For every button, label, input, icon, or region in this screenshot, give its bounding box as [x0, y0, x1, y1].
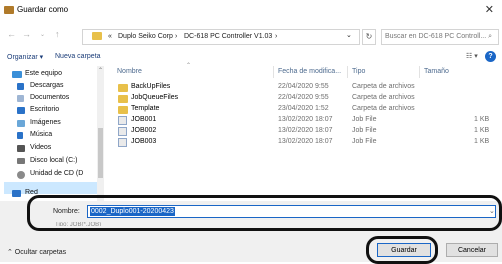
- address-dropdown-icon[interactable]: ⌄: [346, 31, 352, 39]
- file-date: 13/02/2020 18:07: [278, 127, 333, 134]
- sidebar-item-imagenes[interactable]: Imágenes: [30, 119, 61, 126]
- folder-icon: [118, 84, 128, 92]
- file-size: 1 KB: [474, 116, 490, 123]
- column-header-type[interactable]: Tipo: [352, 68, 365, 75]
- file-type: Job File: [352, 138, 377, 145]
- recent-dropdown-icon[interactable]: ⌄: [40, 31, 45, 38]
- breadcrumb-dc618[interactable]: DC-618 PC Controller V1.03: [184, 33, 272, 40]
- breadcrumb-overflow[interactable]: «: [108, 33, 112, 40]
- sidebar-item-disco-local[interactable]: Disco local (C:): [30, 157, 77, 164]
- column-header-name[interactable]: Nombre: [117, 68, 142, 75]
- sidebar-scroll-thumb[interactable]: [98, 128, 103, 178]
- sidebar-item-videos[interactable]: Videos: [30, 144, 51, 151]
- job-file-icon: [118, 116, 127, 125]
- sidebar-item-documentos[interactable]: Documentos: [30, 94, 69, 101]
- drive-icon: [17, 158, 25, 164]
- sidebar-item-escritorio[interactable]: Escritorio: [30, 106, 59, 113]
- file-type: Carpeta de archivos: [352, 105, 415, 112]
- file-name[interactable]: Template: [131, 105, 159, 112]
- file-date: 22/04/2020 9:55: [278, 94, 329, 101]
- column-header-date[interactable]: Fecha de modifica...: [278, 68, 341, 75]
- sidebar-item-musica[interactable]: Música: [30, 131, 52, 138]
- save-dialog-icon: [4, 6, 14, 14]
- breadcrumb-duplo[interactable]: Duplo Seiko Corp: [118, 33, 173, 40]
- file-name[interactable]: JobQueueFiles: [131, 94, 178, 101]
- breadcrumb-separator: ›: [175, 33, 178, 40]
- organize-button[interactable]: Organizar ▾: [7, 53, 43, 61]
- help-icon[interactable]: ?: [485, 51, 496, 62]
- column-divider: [273, 66, 274, 78]
- file-name[interactable]: BackUpFiles: [131, 83, 170, 90]
- save-button-highlight: [366, 236, 438, 264]
- music-icon: [17, 132, 23, 139]
- pictures-icon: [17, 120, 25, 127]
- download-icon: [17, 83, 24, 90]
- forward-arrow-icon[interactable]: →: [22, 29, 31, 39]
- folder-icon: [118, 95, 128, 103]
- refresh-icon[interactable]: ↻: [362, 29, 376, 45]
- sidebar-item-este-equipo[interactable]: Este equipo: [25, 70, 62, 77]
- up-arrow-icon[interactable]: ↑: [55, 29, 60, 39]
- cd-drive-icon: [17, 171, 25, 179]
- file-type: Job File: [352, 127, 377, 134]
- file-date: 22/04/2020 9:55: [278, 83, 329, 90]
- view-options-icon[interactable]: ☷ ▾: [466, 52, 478, 60]
- file-size: 1 KB: [474, 127, 490, 134]
- search-placeholder: Buscar en DC-618 PC Controll... ⌕: [385, 33, 493, 40]
- file-type: Job File: [352, 116, 377, 123]
- computer-icon: [12, 71, 22, 78]
- scroll-up-icon[interactable]: ⌃: [98, 67, 103, 74]
- file-size: 1 KB: [474, 138, 490, 145]
- network-icon: [12, 190, 21, 197]
- job-file-icon: [118, 138, 127, 147]
- file-name[interactable]: JOB003: [131, 138, 156, 145]
- file-date: 13/02/2020 18:07: [278, 116, 333, 123]
- sidebar-item-descargas[interactable]: Descargas: [30, 82, 63, 89]
- file-type: Carpeta de archivos: [352, 94, 415, 101]
- column-header-size[interactable]: Tamaño: [424, 68, 449, 75]
- job-file-icon: [118, 127, 127, 136]
- file-name[interactable]: JOB002: [131, 127, 156, 134]
- new-folder-button[interactable]: Nueva carpeta: [55, 53, 101, 60]
- desktop-icon: [17, 107, 25, 114]
- cancel-button[interactable]: Cancelar: [446, 243, 498, 257]
- file-date: 13/02/2020 18:07: [278, 138, 333, 145]
- file-type: Carpeta de archivos: [352, 83, 415, 90]
- file-name[interactable]: JOB001: [131, 116, 156, 123]
- file-date: 23/04/2020 1:52: [278, 105, 329, 112]
- hide-folders-button[interactable]: ⌃ Ocultar carpetas: [7, 248, 66, 256]
- videos-icon: [17, 145, 25, 152]
- title-bar: [0, 0, 502, 21]
- folder-icon: [118, 106, 128, 114]
- sort-ascending-icon: ⌃: [186, 63, 192, 69]
- window-title: Guardar como: [17, 5, 69, 14]
- sidebar-item-unidad-cd[interactable]: Unidad de CD (D: [30, 170, 83, 177]
- close-icon[interactable]: ✕: [485, 3, 494, 16]
- documents-icon: [17, 95, 24, 102]
- column-divider: [347, 66, 348, 78]
- file-name-highlight: [27, 195, 502, 231]
- folder-icon: [92, 32, 102, 40]
- column-divider: [419, 66, 420, 78]
- back-arrow-icon[interactable]: ←: [7, 29, 16, 39]
- breadcrumb-separator: ›: [275, 33, 278, 40]
